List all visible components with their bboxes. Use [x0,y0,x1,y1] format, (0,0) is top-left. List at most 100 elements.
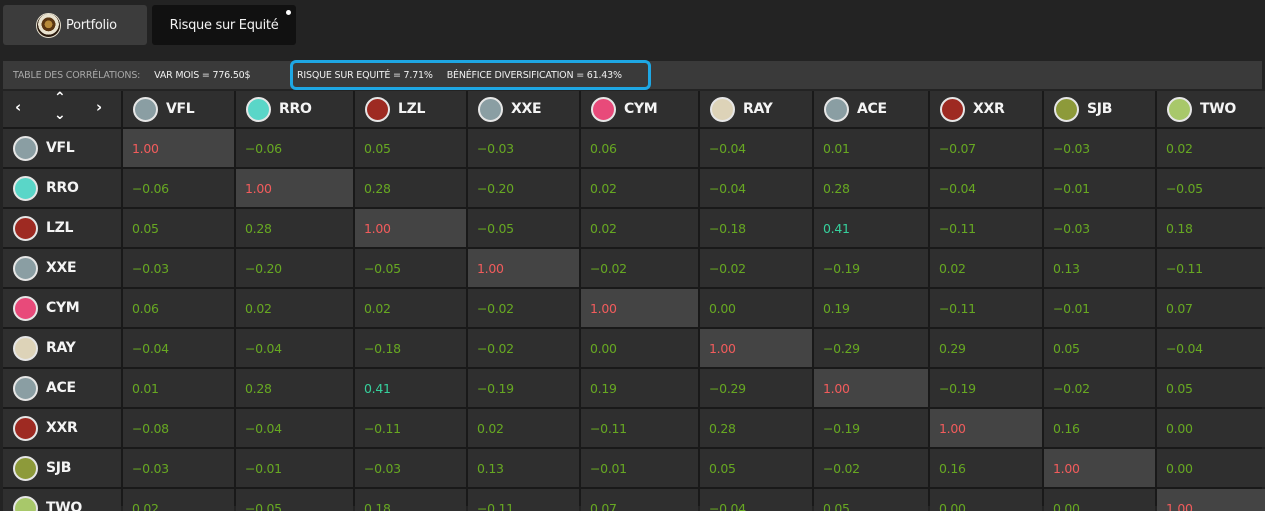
correlation-cell: 0.41 [355,369,466,407]
row-header-ace[interactable]: ACE [3,369,121,407]
column-header-vfl[interactable]: VFL [123,91,234,127]
table-navigation: ‹ ⌃ ⌄ › [3,91,121,127]
asset-color-icon [13,415,38,441]
row-header-cym[interactable]: CYM [3,289,121,327]
asset-code-label: RAY [743,101,773,117]
stats-bar: TABLE DES CORRÉLATIONS: VAR MOIS = 776.5… [3,60,1262,90]
correlation-cell: −0.03 [355,449,466,487]
row-header-lzl[interactable]: LZL [3,209,121,247]
asset-color-icon [824,96,849,122]
asset-code-label: RRO [279,101,312,117]
correlation-cell: 0.28 [814,169,928,207]
correlation-cell: 0.19 [814,289,928,327]
tab-portfolio-label: Portfolio [66,17,117,33]
row-header-vfl[interactable]: VFL [3,129,121,167]
correlation-cell: 0.28 [236,369,353,407]
row-header-rro[interactable]: RRO [3,169,121,207]
asset-code-label: CYM [46,300,80,316]
correlation-cell: −0.04 [930,169,1042,207]
correlation-cell: −0.06 [236,129,353,167]
row-header-sjb[interactable]: SJB [3,449,121,487]
column-header-ace[interactable]: ACE [814,91,928,127]
row-header-xxr[interactable]: XXR [3,409,121,447]
portfolio-logo-icon [36,13,61,38]
asset-code-label: SJB [1087,101,1113,117]
correlation-cell: 0.19 [581,369,698,407]
correlation-cell: −0.02 [581,249,698,287]
column-header-xxe[interactable]: XXE [468,91,579,127]
correlation-cell: 0.06 [123,289,234,327]
correlation-cell: −0.04 [236,329,353,367]
asset-code-label: VFL [46,140,75,156]
column-header-sjb[interactable]: SJB [1044,91,1155,127]
column-header-lzl[interactable]: LZL [355,91,466,127]
correlation-cell: 1.00 [1157,489,1265,511]
chevron-right-icon[interactable]: › [96,100,102,115]
asset-color-icon [13,255,38,281]
correlation-cell: 0.28 [236,209,353,247]
correlation-cell: 0.13 [1044,249,1155,287]
column-header-rro[interactable]: RRO [236,91,353,127]
asset-color-icon [710,96,735,122]
column-header-two[interactable]: TWO [1157,91,1265,127]
correlation-cell: −0.01 [1044,169,1155,207]
correlation-cell: 0.00 [1157,449,1265,487]
correlation-cell: 0.02 [355,289,466,327]
correlation-cell: 1.00 [355,209,466,247]
row-header-two[interactable]: TWO [3,489,121,511]
tab-risque-sur-equite[interactable]: Risque sur Equité [152,5,296,45]
asset-code-label: TWO [46,500,82,511]
chevron-up-icon[interactable]: ⌃ [54,91,66,105]
correlation-cell: 1.00 [123,129,234,167]
correlation-cell: 0.01 [123,369,234,407]
correlation-cell: 0.05 [123,209,234,247]
asset-color-icon [13,295,38,321]
correlation-cell: −0.04 [1157,329,1265,367]
correlation-cell: −0.19 [468,369,579,407]
correlation-cell: −0.04 [123,329,234,367]
correlation-cell: −0.02 [468,329,579,367]
correlation-table-title: TABLE DES CORRÉLATIONS: [13,69,141,81]
correlation-cell: 1.00 [1044,449,1155,487]
asset-color-icon [940,96,965,122]
correlation-cell: −0.01 [236,449,353,487]
column-header-xxr[interactable]: XXR [930,91,1042,127]
chevron-down-icon[interactable]: ⌄ [54,108,66,122]
column-header-cym[interactable]: CYM [581,91,698,127]
chevron-left-icon[interactable]: ‹ [15,100,21,115]
tab-portfolio[interactable]: Portfolio [3,5,147,45]
asset-code-label: RRO [46,180,79,196]
correlation-cell: 1.00 [236,169,353,207]
correlation-cell: 0.01 [814,129,928,167]
asset-color-icon [133,96,158,122]
row-header-xxe[interactable]: XXE [3,249,121,287]
correlation-cell: 0.00 [930,489,1042,511]
correlation-cell: −0.29 [814,329,928,367]
correlation-cell: 0.05 [355,129,466,167]
correlation-cell: −0.11 [1157,249,1265,287]
correlation-cell: −0.11 [581,409,698,447]
asset-code-label: XXR [973,101,1005,117]
asset-color-icon [13,135,38,161]
correlation-cell: 0.02 [468,409,579,447]
correlation-cell: −0.18 [700,209,812,247]
asset-code-label: TWO [1200,101,1236,117]
correlation-cell: 0.00 [581,329,698,367]
correlation-cell: −0.07 [930,129,1042,167]
correlation-cell: −0.03 [123,249,234,287]
correlation-cell: 0.05 [814,489,928,511]
correlation-cell: 0.02 [581,169,698,207]
correlation-cell: 0.07 [581,489,698,511]
correlation-cell: −0.20 [236,249,353,287]
correlation-cell: −0.11 [468,489,579,511]
correlation-cell: −0.19 [930,369,1042,407]
correlation-cell: −0.08 [123,409,234,447]
correlation-cell: 1.00 [581,289,698,327]
correlation-cell: 0.02 [123,489,234,511]
row-header-ray[interactable]: RAY [3,329,121,367]
asset-color-icon [13,455,38,481]
correlation-cell: −0.04 [700,489,812,511]
column-header-ray[interactable]: RAY [700,91,812,127]
correlation-cell: −0.05 [236,489,353,511]
correlation-cell: −0.11 [355,409,466,447]
